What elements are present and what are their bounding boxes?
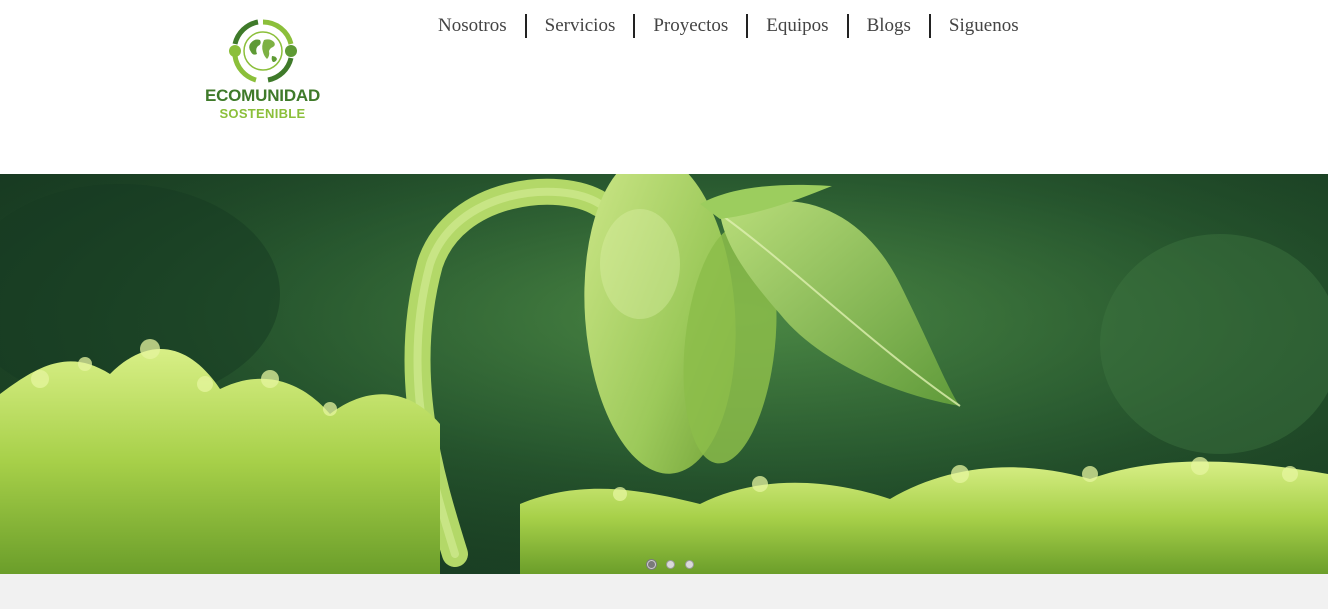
slider-dots xyxy=(647,560,694,569)
nav-item-blogs[interactable]: Blogs xyxy=(849,14,931,38)
hero-slider[interactable] xyxy=(0,174,1328,574)
nav-item-proyectos[interactable]: Proyectos xyxy=(635,14,749,38)
slider-dot-3[interactable] xyxy=(685,560,694,569)
site-header: ECOMUNIDAD SOSTENIBLE Nosotros Servicios… xyxy=(0,0,1328,174)
nav-item-servicios[interactable]: Servicios xyxy=(527,14,636,38)
content-band xyxy=(0,574,1328,609)
site-logo[interactable]: ECOMUNIDAD SOSTENIBLE xyxy=(200,14,325,129)
globe-recycle-icon xyxy=(229,19,297,83)
nav-item-nosotros[interactable]: Nosotros xyxy=(420,14,527,38)
logo-title: ECOMUNIDAD xyxy=(204,86,321,105)
logo-subtitle: SOSTENIBLE xyxy=(219,106,306,121)
main-nav: Nosotros Servicios Proyectos Equipos Blo… xyxy=(420,13,1037,39)
slider-dot-1[interactable] xyxy=(647,560,656,569)
slider-dot-2[interactable] xyxy=(666,560,675,569)
hero-image xyxy=(0,174,1328,574)
nav-item-equipos[interactable]: Equipos xyxy=(748,14,849,38)
nav-item-siguenos[interactable]: Siguenos xyxy=(931,14,1037,38)
